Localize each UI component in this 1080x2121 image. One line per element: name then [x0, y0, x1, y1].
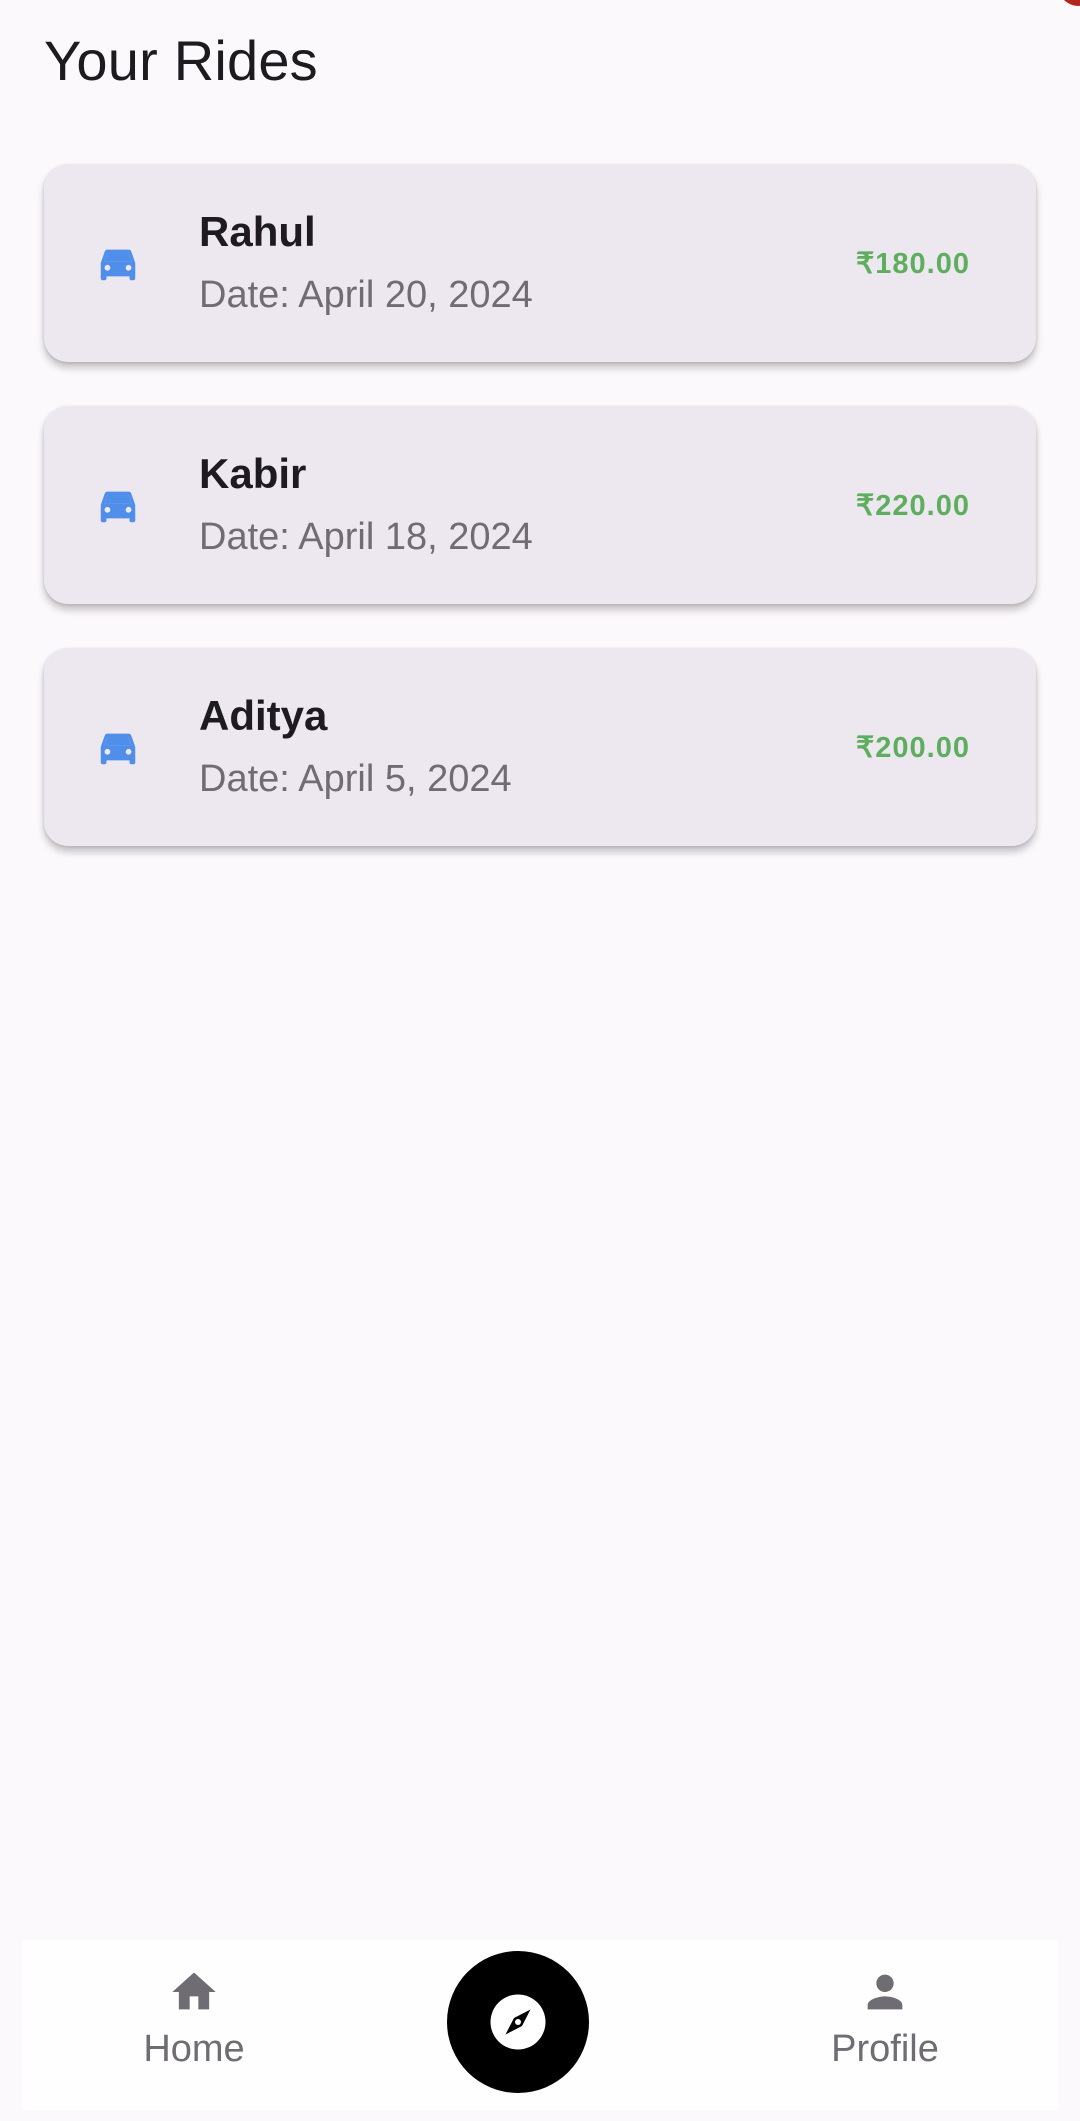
ride-name: Kabir: [199, 450, 307, 497]
corner-accent: [1057, 0, 1080, 14]
nav-home-label: Home: [143, 2028, 245, 2070]
ride-date: Date: April 5, 2024: [199, 758, 512, 800]
ride-date: Date: April 20, 2024: [199, 274, 533, 316]
ride-date: Date: April 18, 2024: [199, 516, 533, 558]
nav-profile-button[interactable]: Profile: [785, 1966, 985, 2071]
ride-fare: ₹220.00: [855, 490, 970, 522]
ride-fare: ₹180.00: [855, 248, 970, 280]
car-icon: [100, 249, 136, 281]
nav-home-button[interactable]: Home: [94, 1966, 294, 2071]
explore-button[interactable]: [447, 1951, 589, 2093]
ride-name: Aditya: [199, 692, 328, 739]
ride-card[interactable]: Aditya Date: April 5, 2024 ₹200.00: [44, 648, 1036, 846]
nav-profile-label: Profile: [831, 2028, 939, 2070]
car-icon: [100, 733, 136, 765]
ride-card[interactable]: Rahul Date: April 20, 2024 ₹180.00: [44, 164, 1036, 362]
car-icon: [100, 491, 136, 523]
person-icon: [867, 1974, 903, 2010]
ride-fare: ₹200.00: [855, 732, 970, 764]
compass-icon: [490, 1994, 546, 2050]
ride-list: Rahul Date: April 20, 2024 ₹180.00 Kabir…: [44, 164, 1036, 890]
ride-card[interactable]: Kabir Date: April 18, 2024 ₹220.00: [44, 406, 1036, 604]
home-icon: [172, 1972, 216, 2010]
page-title: Your Rides: [44, 29, 318, 92]
ride-name: Rahul: [199, 208, 316, 255]
